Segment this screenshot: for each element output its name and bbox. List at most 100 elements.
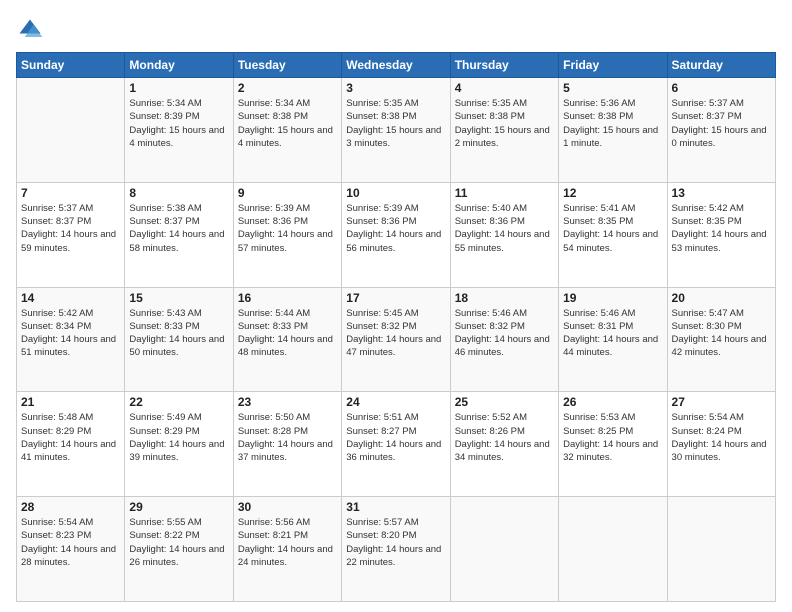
day-number: 16: [238, 291, 337, 305]
day-number: 25: [455, 395, 554, 409]
calendar-cell: 19Sunrise: 5:46 AMSunset: 8:31 PMDayligh…: [559, 287, 667, 392]
day-number: 7: [21, 186, 120, 200]
day-number: 20: [672, 291, 771, 305]
sunrise-text: Sunrise: 5:56 AM: [238, 516, 337, 529]
calendar-cell: 15Sunrise: 5:43 AMSunset: 8:33 PMDayligh…: [125, 287, 233, 392]
calendar-cell: 20Sunrise: 5:47 AMSunset: 8:30 PMDayligh…: [667, 287, 775, 392]
sunrise-text: Sunrise: 5:47 AM: [672, 307, 771, 320]
daylight-text: Daylight: 14 hours and 36 minutes.: [346, 438, 445, 465]
calendar-cell: 2Sunrise: 5:34 AMSunset: 8:38 PMDaylight…: [233, 78, 341, 183]
day-number: 6: [672, 81, 771, 95]
sunset-text: Sunset: 8:23 PM: [21, 529, 120, 542]
calendar-cell: 1Sunrise: 5:34 AMSunset: 8:39 PMDaylight…: [125, 78, 233, 183]
sunset-text: Sunset: 8:24 PM: [672, 425, 771, 438]
calendar-table: SundayMondayTuesdayWednesdayThursdayFrid…: [16, 52, 776, 602]
sunrise-text: Sunrise: 5:52 AM: [455, 411, 554, 424]
daylight-text: Daylight: 14 hours and 57 minutes.: [238, 228, 337, 255]
calendar-cell: 30Sunrise: 5:56 AMSunset: 8:21 PMDayligh…: [233, 497, 341, 602]
sunrise-text: Sunrise: 5:46 AM: [455, 307, 554, 320]
calendar-cell: 10Sunrise: 5:39 AMSunset: 8:36 PMDayligh…: [342, 182, 450, 287]
calendar-week-row: 28Sunrise: 5:54 AMSunset: 8:23 PMDayligh…: [17, 497, 776, 602]
sunset-text: Sunset: 8:33 PM: [238, 320, 337, 333]
sunrise-text: Sunrise: 5:53 AM: [563, 411, 662, 424]
calendar-cell: 24Sunrise: 5:51 AMSunset: 8:27 PMDayligh…: [342, 392, 450, 497]
daylight-text: Daylight: 14 hours and 39 minutes.: [129, 438, 228, 465]
calendar-cell: 18 Sunrise: 5:46 AMSunset: 8:32 PMDayligh…: [450, 287, 558, 392]
sunset-text: Sunset: 8:30 PM: [672, 320, 771, 333]
day-number: 27: [672, 395, 771, 409]
calendar-week-row: 7Sunrise: 5:37 AMSunset: 8:37 PMDaylight…: [17, 182, 776, 287]
calendar-cell: 12Sunrise: 5:41 AMSunset: 8:35 PMDayligh…: [559, 182, 667, 287]
calendar-week-row: 1Sunrise: 5:34 AMSunset: 8:39 PMDaylight…: [17, 78, 776, 183]
sunset-text: Sunset: 8:35 PM: [672, 215, 771, 228]
calendar-cell: 21Sunrise: 5:48 AMSunset: 8:29 PMDayligh…: [17, 392, 125, 497]
sunset-text: Sunset: 8:21 PM: [238, 529, 337, 542]
sunrise-text: Sunrise: 5:48 AM: [21, 411, 120, 424]
day-number: 21: [21, 395, 120, 409]
calendar-cell: [17, 78, 125, 183]
sunrise-text: Sunrise: 5:37 AM: [672, 97, 771, 110]
logo: [16, 16, 48, 44]
sunrise-text: Sunrise: 5:37 AM: [21, 202, 120, 215]
sunrise-text: Sunrise: 5:51 AM: [346, 411, 445, 424]
calendar-cell: 17Sunrise: 5:45 AMSunset: 8:32 PMDayligh…: [342, 287, 450, 392]
daylight-text: Daylight: 14 hours and 50 minutes.: [129, 333, 228, 360]
sunrise-text: Sunrise: 5:38 AM: [129, 202, 228, 215]
daylight-text: Daylight: 14 hours and 51 minutes.: [21, 333, 120, 360]
daylight-text: Daylight: 14 hours and 46 minutes.: [455, 333, 554, 360]
calendar-cell: 8Sunrise: 5:38 AMSunset: 8:37 PMDaylight…: [125, 182, 233, 287]
daylight-text: Daylight: 14 hours and 32 minutes.: [563, 438, 662, 465]
calendar-cell: 7Sunrise: 5:37 AMSunset: 8:37 PMDaylight…: [17, 182, 125, 287]
daylight-text: Daylight: 14 hours and 58 minutes.: [129, 228, 228, 255]
sunset-text: Sunset: 8:28 PM: [238, 425, 337, 438]
calendar-cell: 14Sunrise: 5:42 AMSunset: 8:34 PMDayligh…: [17, 287, 125, 392]
sunrise-text: Sunrise: 5:39 AM: [238, 202, 337, 215]
sunrise-text: Sunrise: 5:34 AM: [238, 97, 337, 110]
daylight-text: Daylight: 15 hours and 0 minutes.: [672, 124, 771, 151]
day-number: 26: [563, 395, 662, 409]
sunset-text: Sunset: 8:38 PM: [346, 110, 445, 123]
calendar-cell: [559, 497, 667, 602]
weekday-header-friday: Friday: [559, 53, 667, 78]
daylight-text: Daylight: 15 hours and 3 minutes.: [346, 124, 445, 151]
sunset-text: Sunset: 8:32 PM: [455, 320, 554, 333]
daylight-text: Daylight: 15 hours and 4 minutes.: [129, 124, 228, 151]
logo-icon: [16, 16, 44, 44]
sunset-text: Sunset: 8:31 PM: [563, 320, 662, 333]
weekday-header-row: SundayMondayTuesdayWednesdayThursdayFrid…: [17, 53, 776, 78]
sunrise-text: Sunrise: 5:55 AM: [129, 516, 228, 529]
calendar-cell: 16Sunrise: 5:44 AMSunset: 8:33 PMDayligh…: [233, 287, 341, 392]
day-number: 28: [21, 500, 120, 514]
sunrise-text: Sunrise: 5:50 AM: [238, 411, 337, 424]
sunrise-text: Sunrise: 5:40 AM: [455, 202, 554, 215]
day-number: 1: [129, 81, 228, 95]
daylight-text: Daylight: 14 hours and 47 minutes.: [346, 333, 445, 360]
day-number: 11: [455, 186, 554, 200]
daylight-text: Daylight: 14 hours and 37 minutes.: [238, 438, 337, 465]
sunset-text: Sunset: 8:22 PM: [129, 529, 228, 542]
day-number: 15: [129, 291, 228, 305]
calendar-cell: 28Sunrise: 5:54 AMSunset: 8:23 PMDayligh…: [17, 497, 125, 602]
day-number: 19: [563, 291, 662, 305]
weekday-header-monday: Monday: [125, 53, 233, 78]
sunset-text: Sunset: 8:38 PM: [238, 110, 337, 123]
weekday-header-sunday: Sunday: [17, 53, 125, 78]
sunset-text: Sunset: 8:38 PM: [455, 110, 554, 123]
sunset-text: Sunset: 8:37 PM: [672, 110, 771, 123]
daylight-text: Daylight: 14 hours and 30 minutes.: [672, 438, 771, 465]
daylight-text: Daylight: 14 hours and 53 minutes.: [672, 228, 771, 255]
sunrise-text: Sunrise: 5:41 AM: [563, 202, 662, 215]
day-number: 29: [129, 500, 228, 514]
calendar-cell: 13Sunrise: 5:42 AMSunset: 8:35 PMDayligh…: [667, 182, 775, 287]
calendar-cell: 31Sunrise: 5:57 AMSunset: 8:20 PMDayligh…: [342, 497, 450, 602]
calendar-cell: 26Sunrise: 5:53 AMSunset: 8:25 PMDayligh…: [559, 392, 667, 497]
daylight-text: Daylight: 15 hours and 1 minute.: [563, 124, 662, 151]
day-number: 23: [238, 395, 337, 409]
sunrise-text: Sunrise: 5:43 AM: [129, 307, 228, 320]
day-number: 18: [455, 291, 554, 305]
sunset-text: Sunset: 8:36 PM: [238, 215, 337, 228]
daylight-text: Daylight: 14 hours and 48 minutes.: [238, 333, 337, 360]
daylight-text: Daylight: 15 hours and 4 minutes.: [238, 124, 337, 151]
sunset-text: Sunset: 8:39 PM: [129, 110, 228, 123]
day-number: 24: [346, 395, 445, 409]
